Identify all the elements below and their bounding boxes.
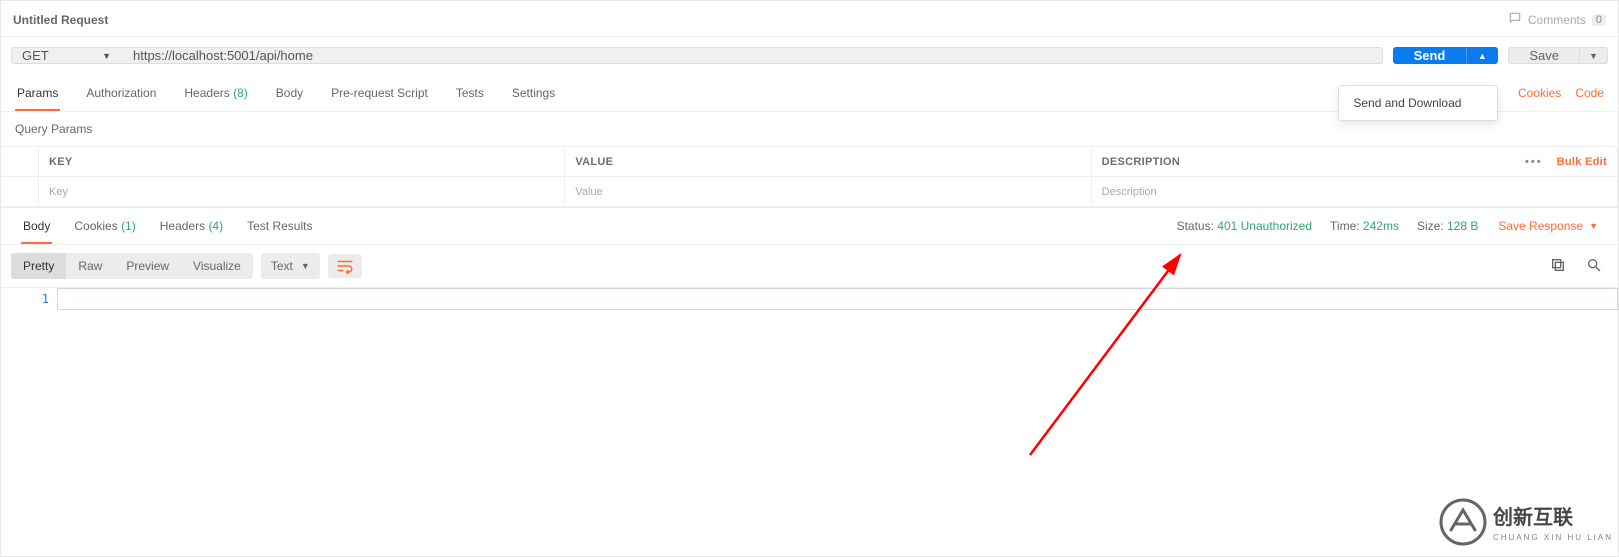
resp-tab-headers-count: (4): [208, 219, 223, 233]
watermark-logo: 创新互联 CHUANG XIN HU LIAN: [1435, 494, 1615, 553]
page-title: Untitled Request: [13, 13, 108, 27]
view-visualize[interactable]: Visualize: [181, 253, 253, 279]
comments-label: Comments: [1528, 13, 1586, 27]
row-handle[interactable]: [1, 177, 39, 206]
line-number: 1: [1, 288, 57, 310]
table-header-row: KEY VALUE DESCRIPTION ••• Bulk Edit: [1, 147, 1618, 177]
content-type-label: Text: [271, 259, 293, 273]
send-dropdown-toggle[interactable]: ▲: [1466, 47, 1498, 64]
response-tabs: Body Cookies (1) Headers (4) Test Result…: [1, 207, 1618, 245]
resp-tab-headers-label: Headers: [160, 219, 205, 233]
description-input[interactable]: Description: [1092, 177, 1618, 206]
chevron-down-icon: ▼: [1589, 221, 1598, 231]
send-dropdown-menu: Send and Download: [1338, 85, 1498, 121]
more-options-icon[interactable]: •••: [1525, 156, 1543, 168]
row-handle-header: [1, 147, 39, 176]
status-value: 401 Unauthorized: [1217, 219, 1312, 233]
send-and-download-item[interactable]: Send and Download: [1339, 86, 1497, 120]
key-input[interactable]: Key: [39, 177, 565, 206]
title-row: Untitled Request Comments 0: [1, 1, 1618, 37]
view-pretty[interactable]: Pretty: [11, 253, 66, 279]
url-value: https://localhost:5001/api/home: [133, 48, 313, 63]
chevron-down-icon: ▲: [1478, 51, 1487, 61]
bulk-edit-link[interactable]: Bulk Edit: [1557, 156, 1607, 168]
time-label: Time: 242ms: [1330, 219, 1399, 233]
query-params-table: KEY VALUE DESCRIPTION ••• Bulk Edit Key …: [1, 146, 1618, 207]
tab-settings[interactable]: Settings: [510, 76, 557, 110]
save-response-button[interactable]: Save Response ▼: [1498, 219, 1598, 233]
tab-authorization[interactable]: Authorization: [84, 76, 158, 110]
save-response-label: Save Response: [1498, 219, 1583, 233]
table-row: Key Value Description: [1, 177, 1618, 207]
chevron-down-icon: ▼: [1589, 51, 1598, 61]
view-raw[interactable]: Raw: [66, 253, 114, 279]
code-line[interactable]: [57, 288, 1602, 310]
resp-tab-headers[interactable]: Headers (4): [158, 209, 225, 243]
copy-icon[interactable]: [1550, 257, 1566, 276]
send-button-group: Send ▲ Send and Download: [1393, 47, 1499, 64]
comments-count-badge: 0: [1592, 14, 1606, 26]
tab-prerequest[interactable]: Pre-request Script: [329, 76, 430, 110]
comments-button[interactable]: Comments 0: [1508, 11, 1606, 28]
value-input[interactable]: Value: [565, 177, 1091, 206]
status-group: Status: 401 Unauthorized Time: 242ms Siz…: [1177, 219, 1479, 233]
comment-icon: [1508, 11, 1522, 28]
send-button[interactable]: Send: [1393, 47, 1467, 64]
resp-tab-testresults[interactable]: Test Results: [245, 209, 314, 243]
tab-headers-label: Headers: [184, 86, 229, 100]
wrap-lines-button[interactable]: [328, 254, 362, 278]
tab-headers-count: (8): [233, 86, 248, 100]
content-type-select[interactable]: Text ▼: [261, 253, 320, 279]
resp-tab-body[interactable]: Body: [21, 209, 52, 243]
save-button-group: Save ▼: [1508, 47, 1608, 64]
col-key: KEY: [39, 147, 565, 176]
status-label: Status: 401 Unauthorized: [1177, 219, 1312, 233]
method-select[interactable]: GET ▼: [11, 47, 121, 64]
tab-body[interactable]: Body: [274, 76, 305, 110]
size-value: 128 B: [1447, 219, 1478, 233]
view-mode-segmented: Pretty Raw Preview Visualize: [11, 253, 253, 279]
tab-params[interactable]: Params: [15, 76, 60, 110]
save-dropdown-toggle[interactable]: ▼: [1580, 47, 1608, 64]
resp-tab-cookies[interactable]: Cookies (1): [72, 209, 137, 243]
size-label: Size: 128 B: [1417, 219, 1478, 233]
response-body-pane: 1: [1, 288, 1618, 310]
code-link[interactable]: Code: [1575, 86, 1604, 100]
resp-tab-cookies-count: (1): [121, 219, 136, 233]
tab-tests[interactable]: Tests: [454, 76, 486, 110]
url-row: GET ▼ https://localhost:5001/api/home Se…: [1, 37, 1618, 74]
col-description: DESCRIPTION ••• Bulk Edit: [1092, 147, 1618, 176]
tab-headers[interactable]: Headers (8): [182, 76, 249, 110]
cookies-link[interactable]: Cookies: [1518, 86, 1561, 100]
viewer-toolbar: Pretty Raw Preview Visualize Text ▼: [1, 245, 1618, 288]
svg-text:CHUANG XIN HU LIAN: CHUANG XIN HU LIAN: [1493, 533, 1613, 542]
col-value: VALUE: [565, 147, 1091, 176]
scrollbar[interactable]: [1602, 288, 1618, 310]
resp-tab-cookies-label: Cookies: [74, 219, 117, 233]
svg-text:创新互联: 创新互联: [1492, 505, 1573, 529]
col-description-label: DESCRIPTION: [1102, 156, 1180, 168]
url-input[interactable]: https://localhost:5001/api/home: [121, 47, 1383, 64]
method-label: GET: [22, 48, 49, 63]
chevron-down-icon: ▼: [102, 51, 111, 61]
time-value: 242ms: [1363, 219, 1399, 233]
search-icon[interactable]: [1586, 257, 1602, 276]
view-preview[interactable]: Preview: [114, 253, 181, 279]
chevron-down-icon: ▼: [301, 261, 310, 271]
wrap-icon: [336, 258, 354, 274]
save-button[interactable]: Save: [1508, 47, 1580, 64]
